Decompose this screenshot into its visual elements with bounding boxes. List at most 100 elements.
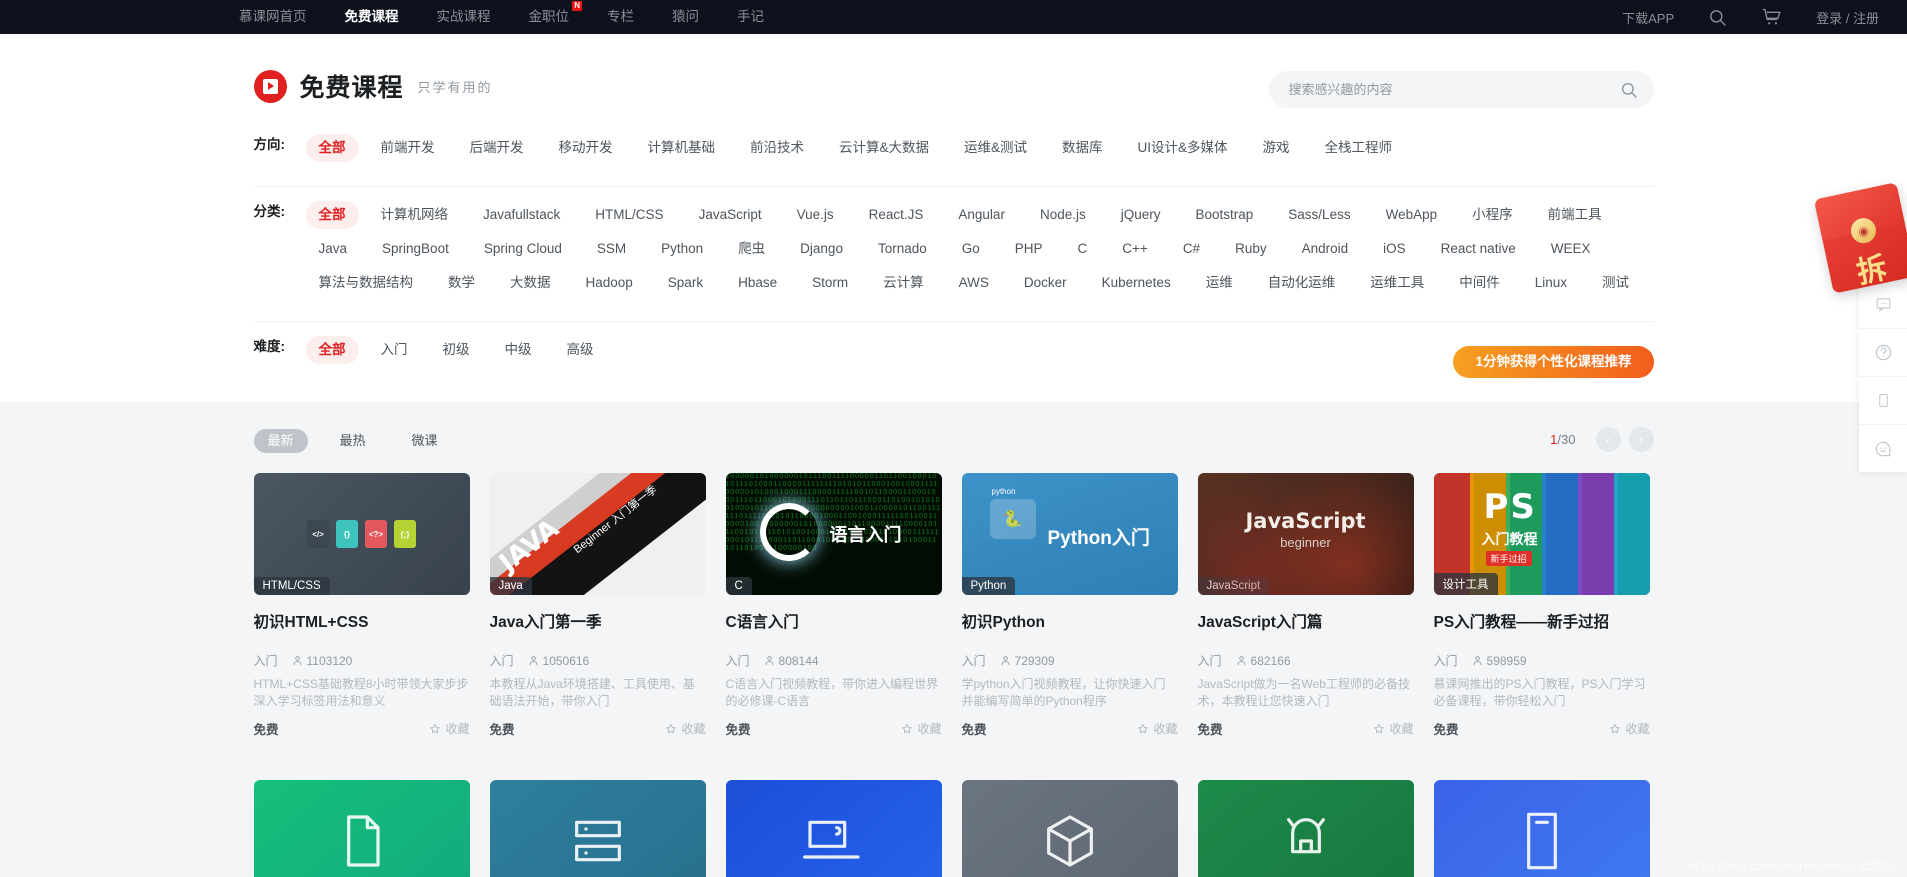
search-box[interactable] [1269,71,1654,108]
filter-chip-0-2[interactable]: 后端开发 [457,134,537,162]
filter-chip-1-34[interactable]: 数学 [435,269,488,297]
filter-chip-1-4[interactable]: JavaScript [686,201,775,229]
filter-chip-1-35[interactable]: 大数据 [497,269,564,297]
nav-link-0[interactable]: 慕课网首页 [220,0,326,34]
filter-chip-1-36[interactable]: Hadoop [573,269,646,297]
filter-chip-1-13[interactable]: 小程序 [1459,201,1526,229]
course-card[interactable] [962,780,1178,877]
filter-chip-1-30[interactable]: iOS [1370,235,1419,263]
smile-icon[interactable] [1859,424,1907,472]
filter-chip-1-46[interactable]: 运维工具 [1357,269,1437,297]
nav-link-2[interactable]: 实战课程 [418,0,510,34]
favorite-button[interactable]: 收藏 [665,720,705,737]
filter-chip-1-14[interactable]: 前端工具 [1535,201,1615,229]
filter-chip-1-29[interactable]: Android [1289,235,1362,263]
filter-chip-1-15[interactable]: Java [306,235,361,263]
filter-chip-1-37[interactable]: Spark [655,269,716,297]
filter-chip-0-8[interactable]: 数据库 [1049,134,1116,162]
filter-chip-1-23[interactable]: Go [949,235,993,263]
chevron-right-icon[interactable]: › [1629,427,1654,452]
course-card[interactable]: python 🐍 Python入门 Python 初识Python 入门 729309 学py… [962,473,1178,738]
filter-chip-1-17[interactable]: Spring Cloud [471,235,575,263]
filter-chip-0-11[interactable]: 全栈工程师 [1312,134,1406,162]
filter-chip-1-8[interactable]: Node.js [1027,201,1099,229]
filter-chip-0-9[interactable]: UI设计&多媒体 [1125,134,1241,162]
nav-link-3[interactable]: 金职位 N [510,0,589,34]
search-icon[interactable] [1708,8,1727,27]
search-icon[interactable] [1620,81,1638,99]
course-card[interactable]: JavaScript beginner JavaScript JavaScript入门… [1198,473,1414,738]
course-card[interactable] [1198,780,1414,877]
filter-chip-1-2[interactable]: Javafullstack [470,201,573,229]
filter-chip-1-43[interactable]: Kubernetes [1089,269,1184,297]
filter-chip-0-5[interactable]: 前沿技术 [737,134,817,162]
filter-chip-1-44[interactable]: 运维 [1193,269,1246,297]
filter-chip-0-3[interactable]: 移动开发 [546,134,626,162]
course-card[interactable]: PS 入门教程 新手过招 设计工具 PS入门教程——新手过招 入门 598959 慕课网推出的… [1434,473,1650,738]
filter-chip-1-21[interactable]: Django [787,235,856,263]
course-card[interactable]: 1000001010000001011100111100000110110010… [726,473,942,738]
filter-chip-1-48[interactable]: Linux [1522,269,1580,297]
filter-chip-1-9[interactable]: jQuery [1108,201,1174,229]
filter-chip-1-5[interactable]: Vue.js [784,201,847,229]
filter-chip-1-26[interactable]: C++ [1109,235,1161,263]
help-icon[interactable] [1859,328,1907,376]
personalized-recommend-button[interactable]: 1分钟获得个性化课程推荐 [1453,346,1653,378]
favorite-button[interactable]: 收藏 [901,720,941,737]
favorite-button[interactable]: 收藏 [1373,720,1413,737]
filter-chip-0-1[interactable]: 前端开发 [368,134,448,162]
favorite-button[interactable]: 收藏 [1137,720,1177,737]
search-input[interactable] [1289,82,1620,97]
filter-chip-1-38[interactable]: Hbase [725,269,790,297]
filter-chip-1-19[interactable]: Python [648,235,716,263]
sort-tab-2[interactable]: 微课 [398,429,452,453]
course-card[interactable]: </>{} <?> {;} HTML/CSS 初识HTML+CSS 入门 1103120 HT… [254,473,470,738]
filter-chip-1-28[interactable]: Ruby [1222,235,1280,263]
filter-chip-1-45[interactable]: 自动化运维 [1255,269,1349,297]
course-card[interactable]: JAVA Beginner 入门第一季 Java Java入门第一季 入门 1050616… [490,473,706,738]
filter-chip-1-32[interactable]: WEEX [1538,235,1604,263]
filter-chip-1-10[interactable]: Bootstrap [1183,201,1267,229]
filter-chip-1-47[interactable]: 中间件 [1446,269,1513,297]
filter-chip-0-10[interactable]: 游戏 [1250,134,1303,162]
filter-chip-2-2[interactable]: 初级 [430,336,483,364]
filter-chip-1-49[interactable]: 测试 [1589,269,1642,297]
filter-chip-1-31[interactable]: React native [1428,235,1529,263]
filter-chip-1-24[interactable]: PHP [1002,235,1056,263]
filter-chip-0-4[interactable]: 计算机基础 [635,134,729,162]
filter-chip-2-3[interactable]: 中级 [492,336,545,364]
filter-chip-2-1[interactable]: 入门 [368,336,421,364]
filter-chip-1-7[interactable]: Angular [945,201,1018,229]
filter-chip-2-4[interactable]: 高级 [554,336,607,364]
filter-chip-1-41[interactable]: AWS [946,269,1002,297]
cart-icon[interactable] [1761,7,1782,27]
filter-chip-0-6[interactable]: 云计算&大数据 [826,134,942,162]
filter-chip-1-12[interactable]: WebApp [1373,201,1451,229]
filter-chip-0-0[interactable]: 全部 [306,134,359,162]
sort-tab-0[interactable]: 最新 [254,429,308,453]
filter-chip-1-0[interactable]: 全部 [306,201,359,229]
mobile-icon[interactable] [1859,376,1907,424]
sort-tab-1[interactable]: 最热 [326,429,380,453]
filter-chip-2-0[interactable]: 全部 [306,336,359,364]
filter-chip-1-39[interactable]: Storm [799,269,861,297]
nav-link-4[interactable]: 专栏 [588,0,653,34]
course-card[interactable] [1434,780,1650,877]
filter-chip-1-3[interactable]: HTML/CSS [582,201,676,229]
filter-chip-1-1[interactable]: 计算机网络 [368,201,462,229]
favorite-button[interactable]: 收藏 [429,720,469,737]
filter-chip-1-11[interactable]: Sass/Less [1275,201,1363,229]
filter-chip-1-27[interactable]: C# [1170,235,1213,263]
favorite-button[interactable]: 收藏 [1609,720,1649,737]
filter-chip-1-6[interactable]: React.JS [856,201,937,229]
filter-chip-1-42[interactable]: Docker [1011,269,1080,297]
filter-chip-1-25[interactable]: C [1065,235,1101,263]
filter-chip-1-18[interactable]: SSM [584,235,639,263]
chevron-left-icon[interactable]: ‹ [1596,427,1621,452]
filter-chip-1-20[interactable]: 爬虫 [725,235,778,263]
nav-link-1[interactable]: 免费课程 [326,0,418,34]
filter-chip-1-33[interactable]: 算法与数据结构 [306,269,427,297]
login-register-link[interactable]: 登录 / 注册 [1816,8,1879,27]
course-card[interactable] [254,780,470,877]
course-card[interactable] [726,780,942,877]
